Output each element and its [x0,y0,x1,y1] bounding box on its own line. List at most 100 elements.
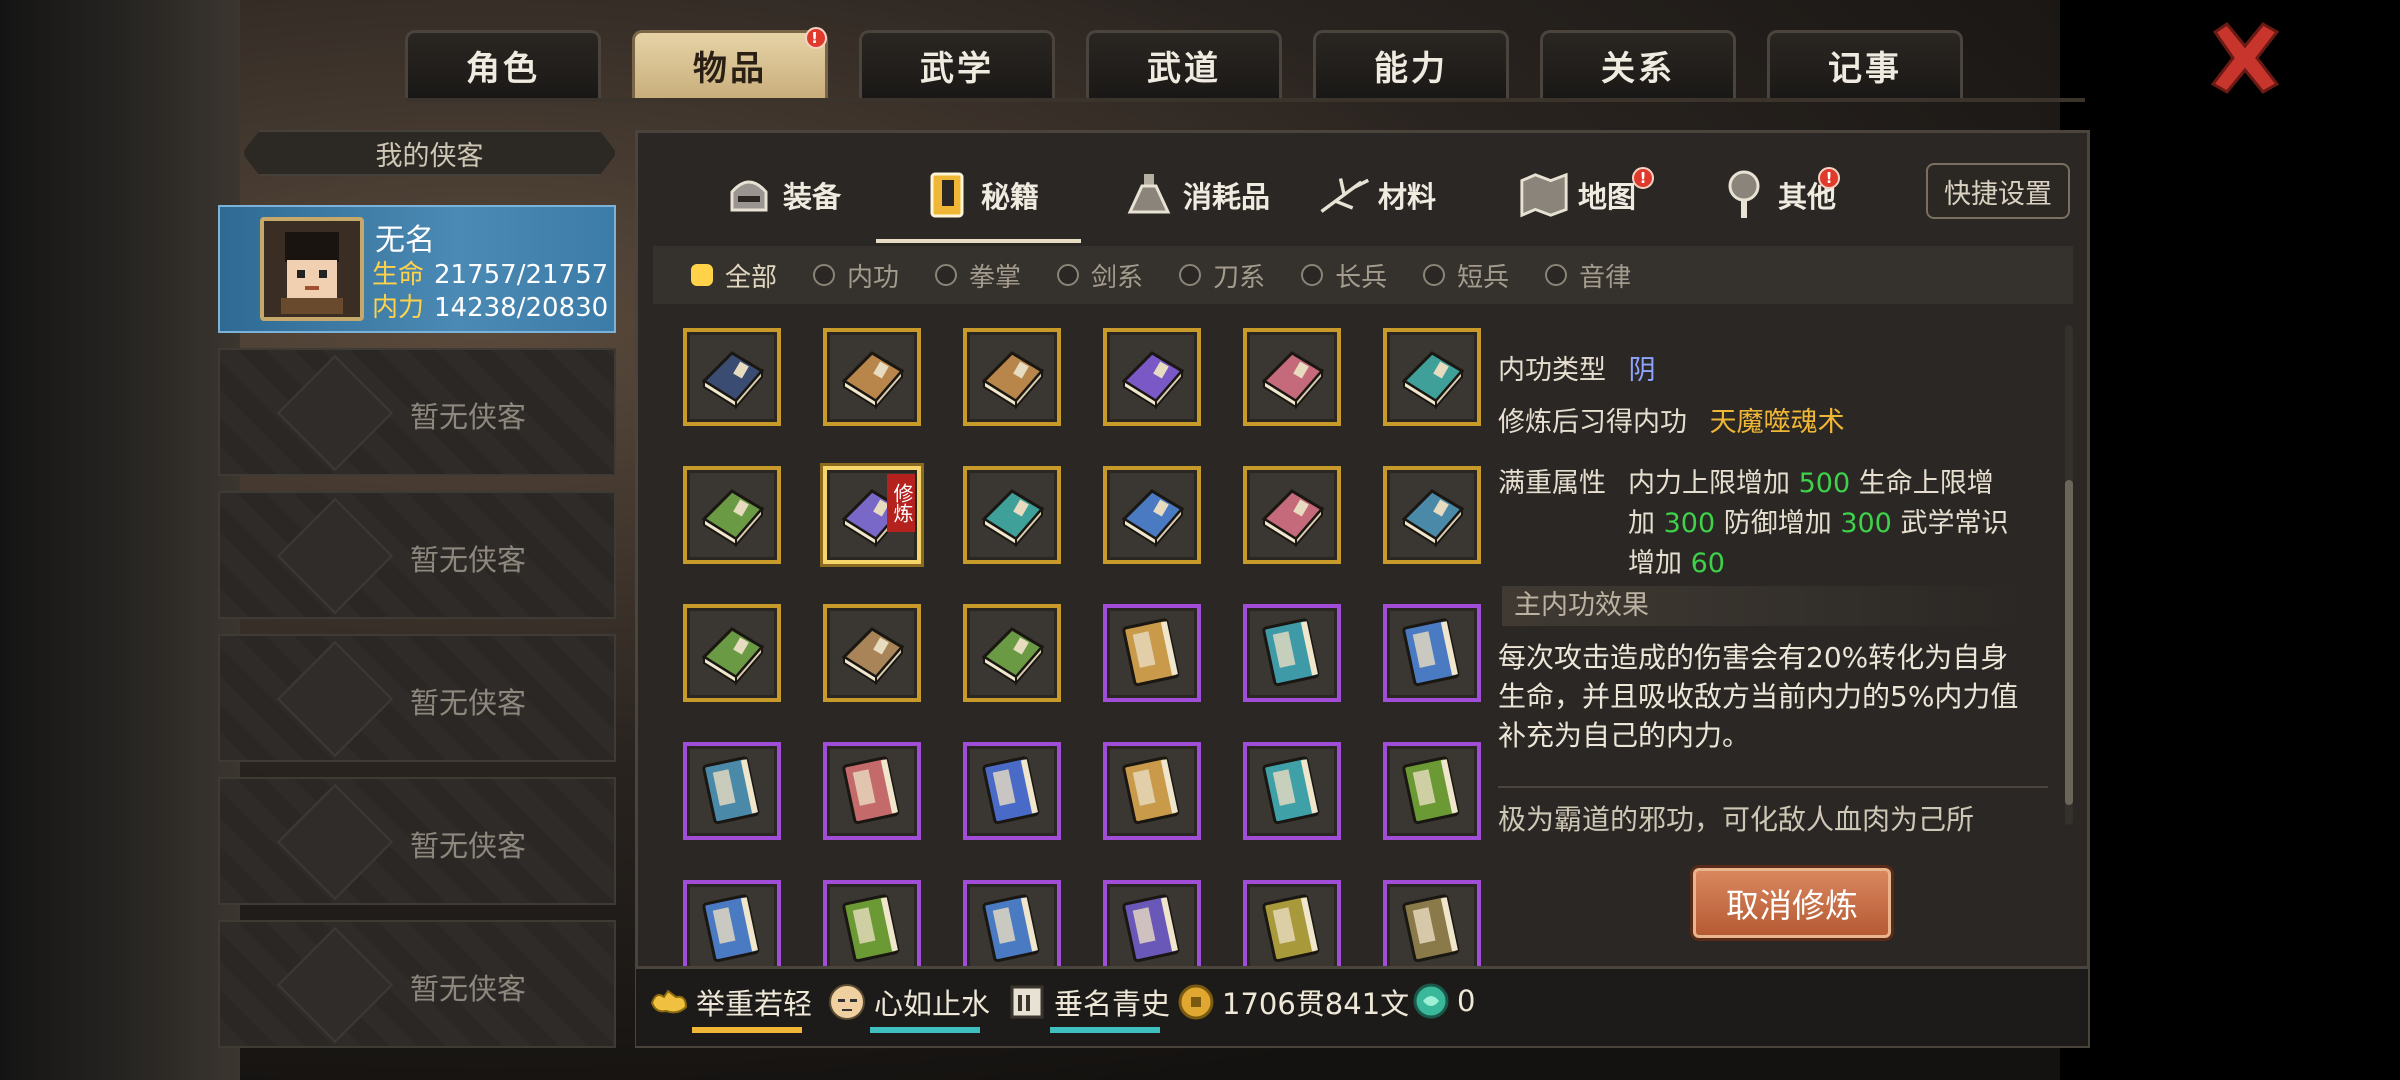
manual-item-slot[interactable] [683,604,781,702]
empty-hero-slot[interactable]: 暂无侠客 [218,491,616,619]
close-button[interactable] [2205,18,2285,98]
flavor-text: 极为霸道的邪功，可化敌人血肉为己所 [1498,803,1975,833]
tab-character[interactable]: 角色 [405,30,601,98]
empty-hero-slot[interactable]: 暂无侠客 [218,634,616,762]
manual-item-slot[interactable] [963,742,1061,840]
manual-item-slot[interactable]: 修炼 [823,466,921,564]
manual-item-slot[interactable] [1103,328,1201,426]
subtab-consumables[interactable]: 消耗品 [1123,155,1270,235]
manual-item-slot[interactable] [683,742,781,840]
filter-short-weapon[interactable]: 短兵 [1423,257,1509,294]
manual-item-slot[interactable] [1383,742,1481,840]
trait-fame[interactable]: 垂名青史 [1006,981,1171,1033]
book-icon [702,894,760,963]
detail-type-row: 内功类型 阴 [1498,348,1656,387]
scripture-bundle-icon [1261,489,1325,548]
tab-relations[interactable]: 关系 [1540,30,1736,98]
empty-hero-slot[interactable]: 暂无侠客 [218,920,616,1048]
manual-item-slot[interactable] [1243,880,1341,978]
scripture-bundle-icon [701,627,765,686]
tab-martial-arts[interactable]: 武学 [859,30,1055,98]
manual-item-slot[interactable] [1243,328,1341,426]
tab-martial-way[interactable]: 武道 [1086,30,1282,98]
empty-silhouette-icon [276,497,394,615]
trait-bar [870,1027,980,1033]
subtab-maps[interactable]: 地图 ! [1518,155,1654,235]
manual-item-slot[interactable] [1383,604,1481,702]
scripture-bundle-icon [1401,489,1465,548]
trait-strength[interactable]: 举重若轻 [648,981,812,1033]
background-left [0,0,240,1080]
book-icon [1402,894,1460,963]
empty-hero-slot[interactable]: 暂无侠客 [218,348,616,476]
manual-item-slot[interactable] [1383,328,1481,426]
manual-item-slot[interactable] [963,880,1061,978]
manual-item-slot[interactable] [1243,466,1341,564]
trait-calm[interactable]: 心如止水 [826,981,990,1033]
manual-item-slot[interactable] [1243,742,1341,840]
manual-item-slot[interactable] [683,880,781,978]
subtab-materials[interactable]: 材料 [1318,155,1436,235]
book-icon [842,756,900,825]
notification-badge: ! [805,27,827,49]
filter-sword[interactable]: 剑系 [1057,257,1143,294]
detail-attr-label: 满重属性 [1498,468,1606,499]
cancel-cultivation-button[interactable]: 取消修炼 [1693,868,1891,938]
filter-inner-art[interactable]: 内功 [813,257,899,294]
filter-music[interactable]: 音律 [1545,257,1631,294]
tab-items[interactable]: 物品 ! [632,27,828,98]
manual-item-slot[interactable] [1103,466,1201,564]
radio [1179,264,1202,286]
manual-item-slot[interactable] [963,604,1061,702]
manual-item-slot[interactable] [823,328,921,426]
manual-item-slot[interactable] [1103,604,1201,702]
hero-name: 无名 [375,223,435,258]
manual-item-slot[interactable] [1383,466,1481,564]
book-icon [982,894,1040,963]
empty-hero-slot[interactable]: 暂无侠客 [218,777,616,905]
manual-item-slot[interactable] [1103,742,1201,840]
filter-long-weapon[interactable]: 长兵 [1301,257,1387,294]
manual-item-slot[interactable] [683,466,781,564]
filter-blade[interactable]: 刀系 [1179,257,1265,294]
subtab-manuals[interactable]: 秘籍 [921,155,1039,235]
notification-badge: ! [1818,167,1840,189]
details-scrollbar[interactable] [2065,480,2073,805]
detail-label: 修炼后习得内功 [1498,407,1687,438]
quick-settings-button[interactable]: 快捷设置 [1926,163,2070,219]
manual-item-slot[interactable] [1103,880,1201,978]
tab-abilities[interactable]: 能力 [1313,30,1509,98]
equipment-icon [723,169,775,221]
filter-fist[interactable]: 拳掌 [935,257,1021,294]
map-icon [1518,169,1570,221]
manual-item-slot[interactable] [1243,604,1341,702]
tab-journal[interactable]: 记事 [1767,30,1963,98]
detail-separator [1498,786,2048,788]
empty-slot-label: 暂无侠客 [410,543,527,577]
subtab-equipment[interactable]: 装备 [723,155,841,235]
manual-item-slot[interactable] [823,880,921,978]
mp-value: 14238/20830 [434,293,609,323]
my-heroes-header: 我的侠客 [242,130,617,176]
manual-item-slot[interactable] [963,466,1061,564]
book-icon [1402,756,1460,825]
radio [935,264,958,286]
jade-value: 0 [1457,984,1476,1018]
hero-card-active[interactable]: 无名 生命 21757/21757 内力 14238/20830 [218,205,616,333]
trait-bar [1050,1027,1160,1033]
effect-line: 生命，并且吸收敌方当前内力的5%内力值 [1498,680,2019,713]
manual-item-slot[interactable] [823,604,921,702]
manual-item-slot[interactable] [823,742,921,840]
attr-value: 300 [1840,508,1892,539]
attr-value: 300 [1663,508,1716,539]
detail-attr-line-2: 加 300 防御增加 300 武学常识 [1628,501,2008,540]
attr-text: 增加 [1628,548,1682,579]
empty-slot-label: 暂无侠客 [410,686,527,720]
manual-item-slot[interactable] [683,328,781,426]
manual-item-slot[interactable] [963,328,1061,426]
herb-icon [1318,169,1370,221]
subtab-other[interactable]: 其他 ! [1718,155,1840,235]
filter-all[interactable]: 全部 [691,257,777,294]
trait-label: 垂名青史 [1054,987,1171,1021]
manual-item-slot[interactable] [1383,880,1481,978]
